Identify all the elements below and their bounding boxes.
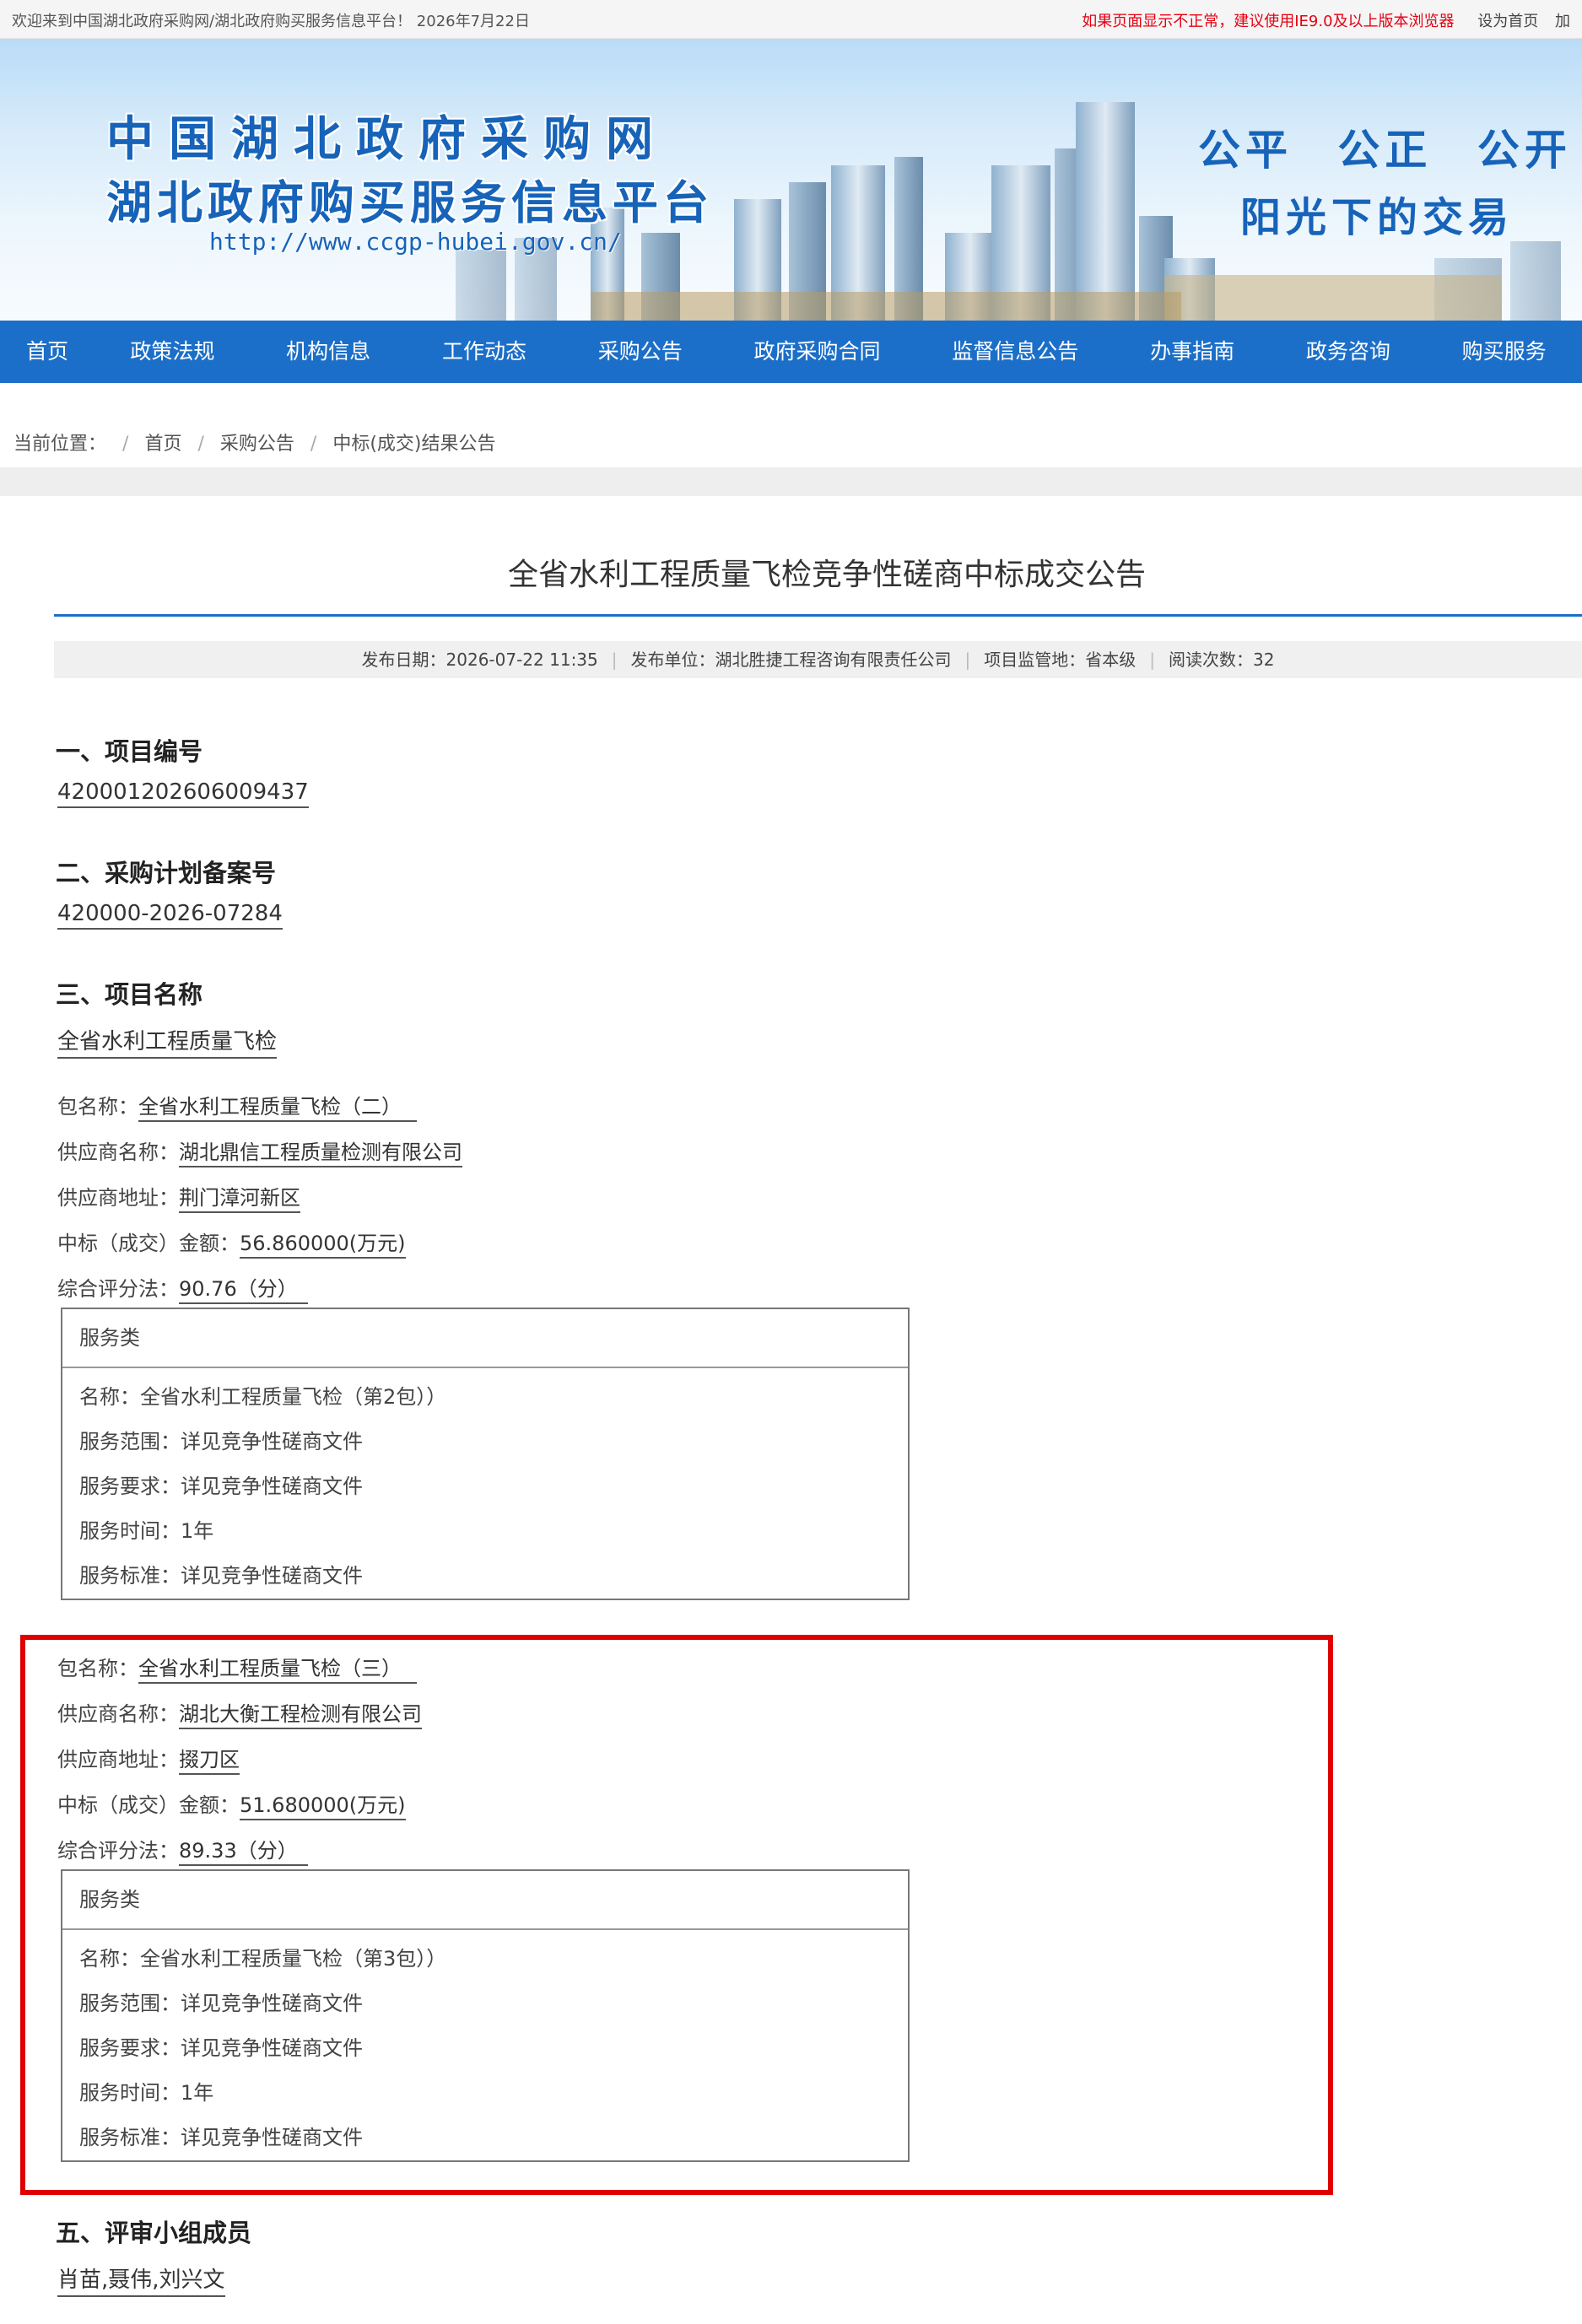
score-value: 90.76（分） <box>179 1277 308 1304</box>
supplier-address-row: 供应商地址：掇刀区 <box>57 1743 240 1775</box>
set-homepage-link[interactable]: 设为首页 <box>1477 13 1538 30</box>
score-row: 综合评分法：89.33（分） <box>57 1834 308 1866</box>
nav-item-contracts[interactable]: 政府采购合同 <box>718 321 916 383</box>
site-url: http://www.ccgp-hubei.gov.cn/ <box>209 228 622 256</box>
award-amount-row: 中标（成交）金额：51.680000(万元) <box>57 1788 406 1820</box>
nav-item-supervision[interactable]: 监督信息公告 <box>916 321 1115 383</box>
breadcrumb-separator: / <box>197 434 204 455</box>
nav-item-guide[interactable]: 办事指南 <box>1115 321 1271 383</box>
welcome-text: 欢迎来到中国湖北政府采购网/湖北政府购买服务信息平台！ 2026年7月22日 <box>12 13 530 30</box>
nav-item-home[interactable]: 首页 <box>0 321 94 383</box>
award-amount-value: 56.860000(万元) <box>240 1232 406 1259</box>
supplier-address-value: 荆门漳河新区 <box>179 1186 300 1213</box>
service-row: 名称：全省水利工程质量飞检（第2包）） <box>79 1385 447 1409</box>
browser-warning-text: 如果页面显示不正常，建议使用IE9.0及以上版本浏览器 <box>1082 13 1455 30</box>
service-row: 服务标准：详见竞争性磋商文件 <box>79 1564 363 1588</box>
slogan-line1: 公平 公正 公开 <box>1198 126 1572 175</box>
article-meta: 发布日期：2026-07-22 11:35 | 发布单位：湖北胜捷工程咨询有限责任公… <box>54 641 1582 678</box>
top-right-links: 如果页面显示不正常，建议使用IE9.0及以上版本浏览器 设为首页 加 <box>1082 9 1582 31</box>
breadcrumb-current[interactable]: 中标(成交)结果公告 <box>332 434 495 455</box>
service-row: 服务时间：1年 <box>79 2081 214 2105</box>
breadcrumb-label: 当前位置： <box>13 434 107 455</box>
site-banner: 中国湖北政府采购网 湖北政府购买服务信息平台 http://www.ccgp-h… <box>0 39 1582 321</box>
supplier-address-value: 掇刀区 <box>179 1748 240 1775</box>
supplier-name-value: 湖北大衡工程检测有限公司 <box>179 1702 422 1729</box>
supplier-address-row: 供应商地址：荆门漳河新区 <box>57 1181 300 1213</box>
nav-item-purchase-service[interactable]: 购买服务 <box>1426 321 1582 383</box>
service-row: 服务时间：1年 <box>79 1519 214 1543</box>
breadcrumb: 当前位置： / 首页 / 采购公告 / 中标(成交)结果公告 <box>0 408 1582 467</box>
score-value: 89.33（分） <box>179 1839 308 1866</box>
breadcrumb-notices[interactable]: 采购公告 <box>220 434 294 455</box>
section-heading-project-number: 一、项目编号 <box>56 737 203 766</box>
service-row: 服务要求：详见竞争性磋商文件 <box>79 2036 363 2060</box>
service-table-header: 服务类 <box>62 1309 908 1368</box>
site-title-line2: 湖北政府购买服务信息平台 <box>106 175 714 229</box>
service-row: 服务范围：详见竞争性磋商文件 <box>79 1430 363 1453</box>
title-rule <box>54 614 1582 617</box>
award-amount-row: 中标（成交）金额：56.860000(万元) <box>57 1227 406 1259</box>
nav-item-consulting[interactable]: 政务咨询 <box>1270 321 1426 383</box>
project-number-value: 420001202606009437 <box>57 779 309 808</box>
supplier-name-row: 供应商名称：湖北大衡工程检测有限公司 <box>57 1697 422 1729</box>
supplier-name-value: 湖北鼎信工程质量检测有限公司 <box>179 1140 462 1167</box>
award-amount-value: 51.680000(万元) <box>240 1793 406 1820</box>
site-title-line1: 中国湖北政府采购网 <box>106 111 668 167</box>
service-row: 服务标准：详见竞争性磋商文件 <box>79 2126 363 2149</box>
nav-item-policies[interactable]: 政策法规 <box>94 321 251 383</box>
breadcrumb-separator: / <box>122 434 129 455</box>
service-row: 服务范围：详见竞争性磋商文件 <box>79 1992 363 2015</box>
project-name-value: 全省水利工程质量飞检 <box>57 1024 278 1059</box>
panel-members-value: 肖苗,聂伟,刘兴文 <box>57 2262 225 2297</box>
publish-date: 发布日期：2026-07-22 11:35 <box>361 650 598 670</box>
article-title: 全省水利工程质量飞检竞争性磋商中标成交公告 <box>507 558 1146 592</box>
main-nav: 首页 政策法规 机构信息 工作动态 采购公告 政府采购合同 监督信息公告 办事指… <box>0 321 1582 383</box>
breadcrumb-separator: / <box>310 434 317 455</box>
nav-item-procurement-notices[interactable]: 采购公告 <box>562 321 718 383</box>
package-name-value: 全省水利工程质量飞检（三） <box>138 1657 417 1684</box>
section-heading-plan-number: 二、采购计划备案号 <box>56 859 277 887</box>
service-row: 服务要求：详见竞争性磋商文件 <box>79 1475 363 1498</box>
service-row: 名称：全省水利工程质量飞检（第3包）） <box>79 1947 447 1971</box>
service-table: 服务类 名称：全省水利工程质量飞检（第2包）） 服务范围：详见竞争性磋商文件 服… <box>61 1308 910 1600</box>
package-name-row: 包名称：全省水利工程质量飞检（二） <box>57 1090 417 1122</box>
supervision-region: 项目监管地：省本级 <box>984 650 1137 670</box>
breadcrumb-home[interactable]: 首页 <box>144 434 181 455</box>
score-row: 综合评分法：90.76（分） <box>57 1272 308 1304</box>
add-favorite-link[interactable]: 加 <box>1555 13 1570 30</box>
section-heading-panel-members: 五、评审小组成员 <box>56 2219 252 2247</box>
service-table-header: 服务类 <box>62 1871 908 1930</box>
slogan-line2: 阳光下的交易 <box>1240 194 1515 241</box>
nav-item-institutions[interactable]: 机构信息 <box>251 321 407 383</box>
publisher: 发布单位：湖北胜捷工程咨询有限责任公司 <box>630 650 952 670</box>
package-name-value: 全省水利工程质量飞检（二） <box>138 1095 417 1122</box>
service-table: 服务类 名称：全省水利工程质量飞检（第3包）） 服务范围：详见竞争性磋商文件 服… <box>61 1869 910 2162</box>
top-info-bar: 欢迎来到中国湖北政府采购网/湖北政府购买服务信息平台！ 2026年7月22日 如… <box>0 0 1582 39</box>
view-count: 阅读次数：32 <box>1169 650 1275 670</box>
supplier-name-row: 供应商名称：湖北鼎信工程质量检测有限公司 <box>57 1135 462 1167</box>
nav-item-work-news[interactable]: 工作动态 <box>407 321 563 383</box>
package-name-row: 包名称：全省水利工程质量飞检（三） <box>57 1652 417 1684</box>
section-divider <box>0 467 1582 496</box>
section-heading-project-name: 三、项目名称 <box>56 980 203 1009</box>
plan-number-value: 420000-2026-07284 <box>57 901 283 930</box>
